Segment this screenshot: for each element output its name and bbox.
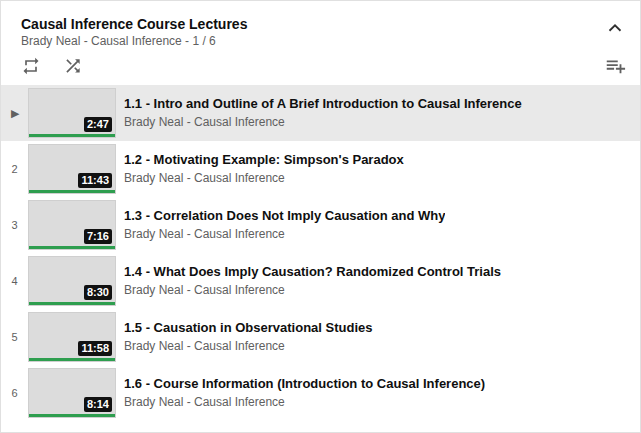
loop-icon[interactable] <box>21 56 41 76</box>
item-index: 6 <box>1 385 28 402</box>
item-channel[interactable]: Brady Neal - Causal Inference <box>124 282 501 299</box>
duration-badge: 8:14 <box>84 397 112 412</box>
item-text: 1.2 - Motivating Example: Simpson's Para… <box>124 151 414 187</box>
item-title[interactable]: 1.3 - Correlation Does Not Imply Causati… <box>124 207 445 224</box>
playlist-title[interactable]: Causal Inference Course Lectures <box>21 15 247 33</box>
item-title[interactable]: 1.1 - Intro and Outline of A Brief Intro… <box>124 95 522 112</box>
duration-badge: 8:30 <box>84 285 112 300</box>
duration-badge: 7:16 <box>84 229 112 244</box>
playlist-panel: Causal Inference Course Lectures Brady N… <box>0 0 641 433</box>
thumbnail[interactable]: 8:30 <box>28 256 116 306</box>
progress-fill <box>29 414 115 417</box>
item-title[interactable]: 1.6 - Course Information (Introduction t… <box>124 375 485 392</box>
playlist-item[interactable]: ▶ 2:47 1.1 - Intro and Outline of A Brief … <box>1 85 640 141</box>
playlist-item[interactable]: 2 11:43 1.2 - Motivating Example: Simpson'… <box>1 141 640 197</box>
item-channel[interactable]: Brady Neal - Causal Inference <box>124 394 485 411</box>
thumbnail[interactable]: 11:43 <box>28 144 116 194</box>
progress-track <box>29 358 115 361</box>
playlist-item[interactable]: 3 7:16 1.3 - Correlation Does Not Imply Ca… <box>1 197 640 253</box>
progress-track <box>29 302 115 305</box>
item-text: 1.4 - What Does Imply Causation? Randomi… <box>124 263 511 299</box>
thumbnail[interactable]: 8:14 <box>28 368 116 418</box>
item-index: 2 <box>1 161 28 178</box>
item-channel[interactable]: Brady Neal - Causal Inference <box>124 226 445 243</box>
item-text: 1.3 - Correlation Does Not Imply Causati… <box>124 207 455 243</box>
item-text: 1.6 - Course Information (Introduction t… <box>124 375 495 411</box>
progress-track <box>29 246 115 249</box>
playlist-header: Causal Inference Course Lectures Brady N… <box>1 1 640 85</box>
playlist-subtitle[interactable]: Brady Neal - Causal Inference - 1 / 6 <box>21 33 247 49</box>
progress-track <box>29 414 115 417</box>
add-to-queue-icon[interactable] <box>604 55 626 77</box>
item-index: 4 <box>1 273 28 290</box>
playlist-item[interactable]: 4 8:30 1.4 - What Does Imply Causation? Ra… <box>1 253 640 309</box>
item-channel[interactable]: Brady Neal - Causal Inference <box>124 170 404 187</box>
progress-fill <box>29 190 115 193</box>
playlist-item[interactable]: 5 11:58 1.5 - Causation in Observational S… <box>1 309 640 365</box>
progress-fill <box>29 302 115 305</box>
duration-badge: 2:47 <box>84 117 112 132</box>
item-index: 3 <box>1 217 28 234</box>
item-index: 5 <box>1 329 28 346</box>
progress-fill <box>29 358 115 361</box>
item-title[interactable]: 1.5 - Causation in Observational Studies <box>124 319 373 336</box>
item-text: 1.5 - Causation in Observational Studies… <box>124 319 383 355</box>
progress-track <box>29 134 115 137</box>
item-title[interactable]: 1.4 - What Does Imply Causation? Randomi… <box>124 263 501 280</box>
duration-badge: 11:58 <box>78 341 112 356</box>
duration-badge: 11:43 <box>78 173 112 188</box>
playlist-item[interactable]: 6 8:14 1.6 - Course Information (Introduct… <box>1 365 640 421</box>
item-title[interactable]: 1.2 - Motivating Example: Simpson's Para… <box>124 151 404 168</box>
thumbnail[interactable]: 11:58 <box>28 312 116 362</box>
progress-track <box>29 190 115 193</box>
thumbnail[interactable]: 7:16 <box>28 200 116 250</box>
progress-fill <box>29 246 115 249</box>
item-index: ▶ <box>1 105 28 122</box>
item-text: 1.1 - Intro and Outline of A Brief Intro… <box>124 95 532 131</box>
item-channel[interactable]: Brady Neal - Causal Inference <box>124 338 373 355</box>
thumbnail[interactable]: 2:47 <box>28 88 116 138</box>
progress-fill <box>29 134 115 137</box>
collapse-chevron-icon[interactable] <box>604 17 626 39</box>
item-channel[interactable]: Brady Neal - Causal Inference <box>124 114 522 131</box>
shuffle-icon[interactable] <box>63 56 83 76</box>
playlist-items: ▶ 2:47 1.1 - Intro and Outline of A Brief … <box>1 85 640 421</box>
